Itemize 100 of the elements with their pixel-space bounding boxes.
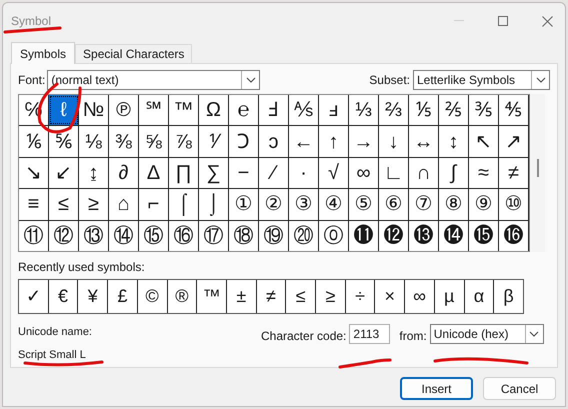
- symbol-cell[interactable]: ⓭: [409, 220, 439, 251]
- recent-symbol-cell[interactable]: ®: [168, 280, 198, 313]
- scrollbar[interactable]: [531, 94, 545, 252]
- symbol-cell[interactable]: ↙: [49, 158, 79, 188]
- symbol-cell[interactable]: ⑥: [379, 189, 409, 220]
- symbol-cell[interactable]: ⅍: [289, 95, 319, 126]
- symbol-cell[interactable]: ⓪: [319, 220, 349, 251]
- symbol-cell[interactable]: ⅚: [49, 126, 79, 157]
- symbol-cell[interactable]: ≡: [19, 189, 49, 220]
- recent-symbol-cell[interactable]: ≠: [256, 280, 286, 313]
- symbol-cell[interactable]: ↨: [79, 158, 109, 188]
- symbol-cell[interactable]: ∑: [199, 158, 229, 188]
- symbol-cell[interactable]: ≥: [79, 189, 109, 220]
- symbol-cell[interactable]: ⑨: [469, 189, 499, 220]
- symbol-cell[interactable]: ⅜: [109, 126, 139, 157]
- symbol-cell[interactable]: ⓫: [349, 220, 379, 251]
- symbol-cell[interactable]: ⌠: [169, 189, 199, 220]
- symbol-cell[interactable]: ⅎ: [319, 95, 349, 126]
- recent-symbol-cell[interactable]: ≥: [316, 280, 346, 313]
- symbol-cell[interactable]: ⅔: [379, 95, 409, 126]
- symbol-cell[interactable]: ⓬: [379, 220, 409, 251]
- symbol-cell[interactable]: ⅓: [349, 95, 379, 126]
- recent-symbol-cell[interactable]: ¥: [78, 280, 108, 313]
- symbol-cell[interactable]: ↕: [439, 126, 469, 157]
- symbol-cell[interactable]: −: [229, 158, 259, 188]
- symbol-cell[interactable]: ⌡: [199, 189, 229, 220]
- symbol-cell[interactable]: ⅟: [199, 126, 229, 157]
- symbol-cell[interactable]: ⅘: [499, 95, 529, 126]
- recent-symbol-cell[interactable]: £: [108, 280, 138, 313]
- symbol-cell[interactable]: ⅖: [439, 95, 469, 126]
- symbol-cell[interactable]: ⑪: [19, 220, 49, 251]
- symbol-cell[interactable]: Ↄ: [229, 126, 259, 157]
- symbol-cell[interactable]: ⑲: [259, 220, 289, 251]
- symbol-cell[interactable]: ①: [229, 189, 259, 220]
- symbol-cell[interactable]: ⌂: [109, 189, 139, 220]
- symbol-cell[interactable]: √: [319, 158, 349, 188]
- symbol-cell[interactable]: ∆: [139, 158, 169, 188]
- symbol-cell[interactable]: ↗: [499, 126, 529, 157]
- symbol-cell[interactable]: ℗: [109, 95, 139, 126]
- character-code-field[interactable]: 2113: [349, 324, 390, 344]
- recent-symbol-cell[interactable]: ∞: [405, 280, 435, 313]
- symbol-cell[interactable]: ∞: [349, 158, 379, 188]
- symbol-cell[interactable]: ∂: [109, 158, 139, 188]
- symbol-cell[interactable]: ⑩: [499, 189, 529, 220]
- symbol-cell[interactable]: ⑬: [79, 220, 109, 251]
- recent-symbol-cell[interactable]: ™: [197, 280, 227, 313]
- symbol-cell[interactable]: ↘: [19, 158, 49, 188]
- symbol-cell[interactable]: ⑱: [229, 220, 259, 251]
- symbol-cell[interactable]: ℠: [139, 95, 169, 126]
- symbol-cell[interactable]: ↑: [319, 126, 349, 157]
- symbol-cell[interactable]: ⑰: [199, 220, 229, 251]
- recent-symbol-cell[interactable]: ±: [226, 280, 257, 313]
- symbol-cell[interactable]: ⅙: [19, 126, 49, 157]
- symbol-cell[interactable]: ↔: [409, 126, 439, 157]
- insert-button[interactable]: Insert: [400, 377, 473, 400]
- recent-symbol-cell[interactable]: ✓: [19, 280, 49, 313]
- symbol-cell[interactable]: ∫: [439, 158, 469, 188]
- recent-symbol-cell[interactable]: ×: [375, 280, 406, 313]
- symbol-cell[interactable]: ∩: [409, 158, 439, 188]
- symbol-cell[interactable]: ↄ: [259, 126, 289, 157]
- symbol-cell[interactable]: ∟: [379, 158, 409, 188]
- symbol-cell[interactable]: ↓: [379, 126, 409, 157]
- symbol-cell[interactable]: ™: [169, 95, 199, 126]
- symbol-cell[interactable]: ⅛: [79, 126, 109, 157]
- recent-symbol-cell[interactable]: €: [48, 280, 78, 313]
- symbol-cell[interactable]: ⅗: [469, 95, 499, 126]
- tab[interactable]: Special Characters: [75, 44, 192, 63]
- symbol-cell[interactable]: ⑳: [289, 220, 319, 251]
- symbol-cell[interactable]: ⌐: [139, 189, 169, 220]
- symbol-cell[interactable]: ⓯: [469, 220, 499, 251]
- recent-symbol-cell[interactable]: ÷: [346, 280, 376, 313]
- symbol-cell[interactable]: ←: [289, 126, 319, 157]
- symbol-cell[interactable]: ④: [319, 189, 349, 220]
- symbol-cell[interactable]: ⓰: [499, 220, 529, 251]
- symbol-cell[interactable]: ⅕: [409, 95, 439, 126]
- symbol-cell[interactable]: ⑫: [49, 220, 79, 251]
- symbol-cell[interactable]: ⑮: [139, 220, 169, 251]
- symbol-cell[interactable]: Ⅎ: [259, 95, 289, 126]
- symbol-cell[interactable]: ⑦: [409, 189, 439, 220]
- tab[interactable]: Symbols: [11, 42, 76, 64]
- dropdown[interactable]: Letterlike Symbols: [413, 70, 550, 90]
- symbol-cell[interactable]: ⓮: [439, 220, 469, 251]
- dropdown[interactable]: (normal text): [47, 70, 260, 90]
- symbol-cell[interactable]: ⅞: [169, 126, 199, 157]
- symbol-cell[interactable]: →: [349, 126, 379, 157]
- dropdown[interactable]: Unicode (hex): [430, 324, 544, 344]
- symbol-cell[interactable]: ≠: [499, 158, 529, 188]
- recent-symbol-cell[interactable]: β: [494, 280, 523, 313]
- recent-symbol-cell[interactable]: ©: [138, 280, 168, 313]
- symbol-cell[interactable]: ⅝: [139, 126, 169, 157]
- symbol-cell[interactable]: ↖: [469, 126, 499, 157]
- cancel-button[interactable]: Cancel: [483, 377, 556, 400]
- recent-symbol-cell[interactable]: ≤: [286, 280, 316, 313]
- symbol-cell[interactable]: ∏: [169, 158, 199, 188]
- symbol-cell[interactable]: ⑭: [109, 220, 139, 251]
- recent-symbol-cell[interactable]: α: [464, 280, 494, 313]
- symbol-cell[interactable]: ≈: [469, 158, 499, 188]
- symbol-cell[interactable]: ℮: [229, 95, 259, 126]
- symbol-cell[interactable]: ⑤: [349, 189, 379, 220]
- symbol-cell[interactable]: №: [79, 95, 109, 126]
